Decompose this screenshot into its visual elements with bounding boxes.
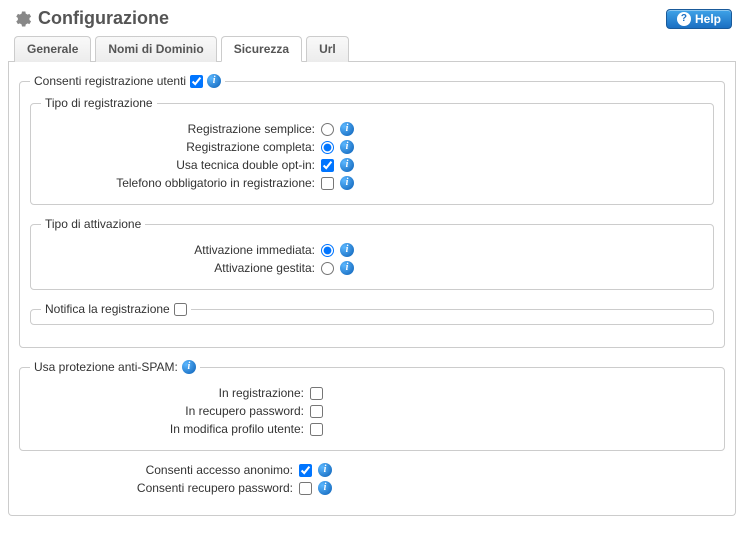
- info-icon[interactable]: i: [318, 481, 332, 495]
- tab-generale[interactable]: Generale: [14, 36, 91, 62]
- info-icon[interactable]: i: [318, 463, 332, 477]
- legend-tipo-registrazione: Tipo di registrazione: [41, 96, 157, 110]
- label-double-optin: Usa tecnica double opt-in:: [41, 158, 321, 172]
- label-reg-semplice: Registrazione semplice:: [41, 122, 321, 136]
- label-accesso-anonimo: Consenti accesso anonimo:: [19, 463, 299, 477]
- help-label: Help: [695, 12, 721, 26]
- checkbox-consenti-registrazione[interactable]: [190, 75, 203, 88]
- info-icon[interactable]: i: [340, 243, 354, 257]
- checkbox-recupero-password[interactable]: [299, 482, 312, 495]
- tab-body: Consenti registrazione utenti i Tipo di …: [8, 62, 736, 516]
- page-header: Configurazione ? Help: [8, 8, 736, 35]
- legend-notifica-registrazione: Notifica la registrazione: [41, 302, 191, 316]
- label-attivazione-gestita: Attivazione gestita:: [41, 261, 321, 275]
- gear-icon: [12, 9, 32, 29]
- tab-sicurezza[interactable]: Sicurezza: [221, 36, 302, 62]
- info-icon[interactable]: i: [182, 360, 196, 374]
- checkbox-antispam-registrazione[interactable]: [310, 387, 323, 400]
- label-recupero-password: Consenti recupero password:: [19, 481, 299, 495]
- checkbox-telefono-obbligatorio[interactable]: [321, 177, 334, 190]
- info-icon[interactable]: i: [340, 176, 354, 190]
- info-icon[interactable]: i: [340, 122, 354, 136]
- help-button[interactable]: ? Help: [666, 9, 732, 29]
- legend-consenti-registrazione: Consenti registrazione utenti i: [30, 74, 225, 88]
- page-title: Configurazione: [38, 8, 169, 29]
- checkbox-antispam-modifica-profilo[interactable]: [310, 423, 323, 436]
- radio-attivazione-immediata[interactable]: [321, 244, 334, 257]
- label-antispam-registrazione: In registrazione:: [30, 386, 310, 400]
- info-icon[interactable]: i: [340, 158, 354, 172]
- fieldset-antispam: Usa protezione anti-SPAM: i In registraz…: [19, 360, 725, 451]
- radio-attivazione-gestita[interactable]: [321, 262, 334, 275]
- label-antispam-modifica-profilo: In modifica profilo utente:: [30, 422, 310, 436]
- legend-antispam: Usa protezione anti-SPAM: i: [30, 360, 200, 374]
- tabs: Generale Nomi di Dominio Sicurezza Url: [8, 35, 736, 62]
- label-antispam-recupero-password: In recupero password:: [30, 404, 310, 418]
- tab-url[interactable]: Url: [306, 36, 349, 62]
- info-icon[interactable]: i: [207, 74, 221, 88]
- help-icon: ?: [677, 12, 691, 26]
- fieldset-notifica-registrazione: Notifica la registrazione: [30, 302, 714, 325]
- fieldset-tipo-attivazione: Tipo di attivazione Attivazione immediat…: [30, 217, 714, 290]
- fieldset-consenti-registrazione: Consenti registrazione utenti i Tipo di …: [19, 74, 725, 348]
- checkbox-double-optin[interactable]: [321, 159, 334, 172]
- tab-nomi-dominio[interactable]: Nomi di Dominio: [95, 36, 216, 62]
- radio-reg-completa[interactable]: [321, 141, 334, 154]
- label-reg-completa: Registrazione completa:: [41, 140, 321, 154]
- checkbox-accesso-anonimo[interactable]: [299, 464, 312, 477]
- radio-reg-semplice[interactable]: [321, 123, 334, 136]
- checkbox-antispam-recupero-password[interactable]: [310, 405, 323, 418]
- legend-tipo-attivazione: Tipo di attivazione: [41, 217, 145, 231]
- info-icon[interactable]: i: [340, 140, 354, 154]
- label-attivazione-immediata: Attivazione immediata:: [41, 243, 321, 257]
- label-telefono-obbligatorio: Telefono obbligatorio in registrazione:: [41, 176, 321, 190]
- checkbox-notifica-registrazione[interactable]: [174, 303, 187, 316]
- fieldset-tipo-registrazione: Tipo di registrazione Registrazione semp…: [30, 96, 714, 205]
- info-icon[interactable]: i: [340, 261, 354, 275]
